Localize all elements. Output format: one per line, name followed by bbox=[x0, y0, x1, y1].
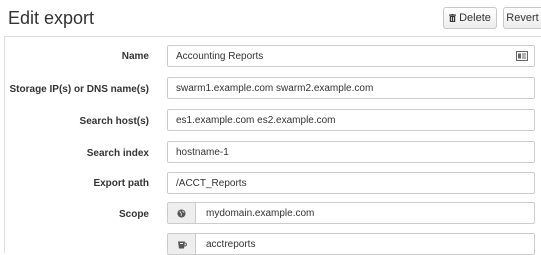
search-index-label: Search index bbox=[86, 148, 149, 159]
search-hosts-label: Search host(s) bbox=[79, 116, 149, 127]
name-value: Accounting Reports bbox=[176, 50, 264, 62]
search-index-value: hostname-1 bbox=[176, 146, 229, 158]
search-index-field[interactable]: hostname-1 bbox=[167, 141, 535, 163]
export-path-value: /ACCT_Reports bbox=[176, 177, 247, 189]
trash-icon bbox=[449, 14, 457, 22]
export-path-label: Export path bbox=[93, 178, 149, 189]
scope-label: Scope bbox=[118, 209, 149, 220]
page-header: Edit export Delete Revert bbox=[0, 0, 541, 40]
revert-button[interactable]: Revert bbox=[503, 7, 541, 29]
scope-domain-input[interactable]: mydomain.example.com bbox=[195, 202, 535, 224]
name-label: Name bbox=[121, 51, 149, 62]
search-hosts-field[interactable]: es1.example.com es2.example.com bbox=[167, 109, 535, 131]
edit-export-form: Name Accounting Reports Storage IP(s) or… bbox=[4, 36, 541, 255]
scope-domain-field[interactable]: mydomain.example.com bbox=[167, 202, 535, 224]
id-card-icon[interactable] bbox=[516, 51, 528, 64]
storage-value: swarm1.example.com swarm2.example.com bbox=[176, 82, 374, 94]
export-path-field[interactable]: /ACCT_Reports bbox=[167, 172, 535, 194]
name-field[interactable]: Accounting Reports bbox=[167, 45, 535, 67]
page-title: Edit export bbox=[8, 8, 95, 28]
storage-label: Storage IP(s) or DNS name(s) bbox=[9, 84, 149, 95]
delete-button[interactable]: Delete bbox=[443, 7, 497, 29]
globe-icon bbox=[167, 202, 195, 224]
delete-button-label: Delete bbox=[459, 12, 491, 24]
storage-field[interactable]: swarm1.example.com swarm2.example.com bbox=[167, 77, 535, 99]
search-hosts-value: es1.example.com es2.example.com bbox=[176, 114, 336, 126]
